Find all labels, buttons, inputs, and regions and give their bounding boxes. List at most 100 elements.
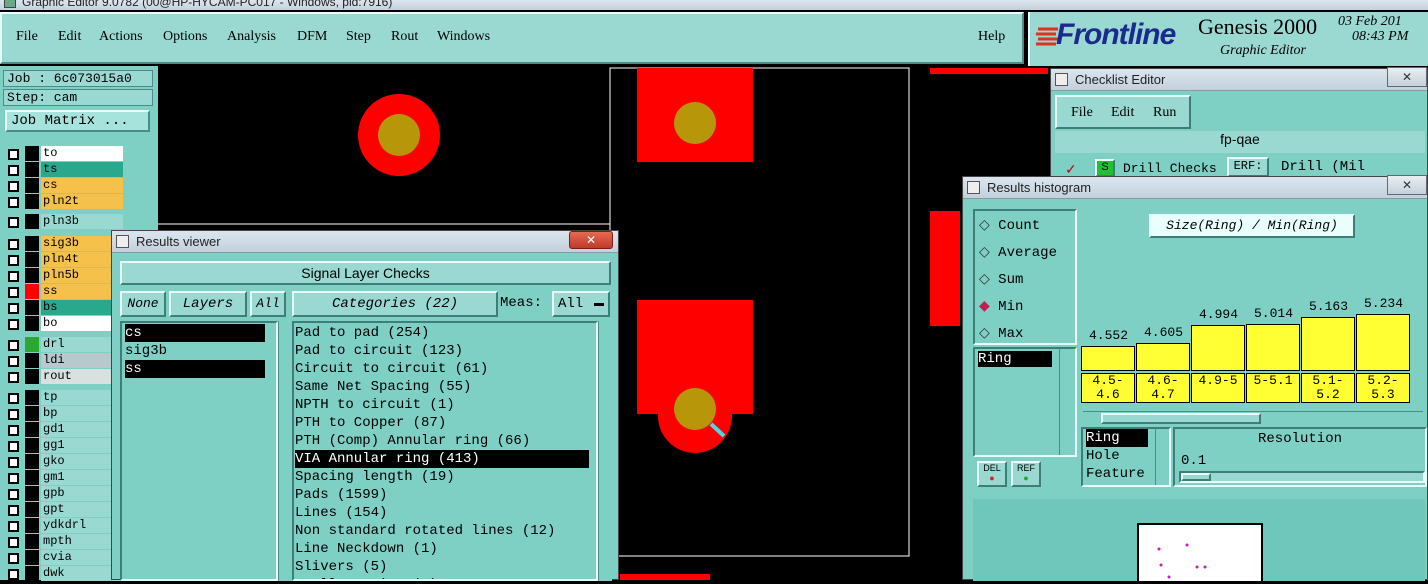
erf-button[interactable]: ERF: [1227,157,1269,177]
layer-checkbox[interactable] [8,425,19,436]
layer-checkbox[interactable] [8,181,19,192]
layer-row-gd1[interactable]: gd1 [5,422,125,438]
all-button[interactable]: All [250,291,286,317]
menu-windows[interactable]: Windows [437,29,490,45]
menu-step[interactable]: Step [346,29,371,45]
layer-row-sig3b[interactable]: sig3b [5,236,125,252]
del-button[interactable]: DEL ● [977,461,1007,487]
layer-row-bs[interactable]: bs [5,300,125,316]
checklist-menu-edit[interactable]: Edit [1111,105,1134,121]
layer-color-swatch[interactable] [25,316,39,331]
close-icon[interactable]: ✕ [1387,175,1427,195]
layer-row-tp[interactable]: tp [5,390,125,406]
layer-row-pln5b[interactable]: pln5b [5,268,125,284]
layer-checkbox[interactable] [8,356,19,367]
layer-color-swatch[interactable] [25,146,39,161]
layer-row-bo[interactable]: bo [5,316,125,332]
ref-button[interactable]: REF ● [1011,461,1041,487]
layer-color-swatch[interactable] [25,369,39,384]
category-item[interactable]: VIA Annular ring (413) [295,450,589,468]
layer-color-swatch[interactable] [25,454,39,469]
scroll-thumb[interactable] [1101,413,1261,424]
layer-color-swatch[interactable] [25,566,39,581]
slider-thumb[interactable] [1181,473,1211,481]
category-item[interactable]: Circuit to circuit (61) [295,360,596,378]
category-item[interactable]: PTH (Comp) Annular ring (66) [295,432,596,450]
layer-checkbox[interactable] [8,319,19,330]
layer-row-gpt[interactable]: gpt [5,502,125,518]
layer-color-swatch[interactable] [25,486,39,501]
layer-row-pln3b[interactable]: pln3b [5,214,125,230]
category-item[interactable]: Non standard rotated lines (12) [295,522,596,540]
histogram-bar[interactable] [1081,346,1135,371]
mode-radio-count[interactable]: ◇ Count [979,217,1040,234]
menu-dfm[interactable]: DFM [297,29,327,45]
category-item[interactable]: Lines (154) [295,504,596,522]
mode-radio-average[interactable]: ◇ Average [979,244,1057,261]
result-layer-item[interactable]: sig3b [125,342,276,360]
category-item[interactable]: NPTH to circuit (1) [295,396,596,414]
none-button[interactable]: None [120,291,166,317]
layer-color-swatch[interactable] [25,300,39,315]
bar-range-label[interactable]: 5.2-5.3 [1356,373,1410,403]
close-icon[interactable]: ✕ [1387,67,1427,87]
layer-row-ydkdrl[interactable]: ydkdrl [5,518,125,534]
mode-radio-sum[interactable]: ◇ Sum [979,271,1023,288]
layer-row-gko[interactable]: gko [5,454,125,470]
category-item[interactable]: Pad to circuit (123) [295,342,596,360]
meas-dropdown[interactable]: All [552,291,610,317]
bar-range-label[interactable]: 4.6-4.7 [1136,373,1190,403]
attr-scrollbar[interactable] [1059,349,1073,455]
layer-color-swatch[interactable] [25,406,39,421]
layer-checkbox[interactable] [8,505,19,516]
bar-range-label[interactable]: 5.1-5.2 [1301,373,1355,403]
result-layer-item[interactable]: cs [125,324,265,342]
layer-row-drl[interactable]: drl [5,337,125,353]
layer-checkbox[interactable] [8,473,19,484]
category-item[interactable]: PTH to Copper (87) [295,414,596,432]
layer-color-swatch[interactable] [25,194,39,209]
category-item[interactable]: Pad to pad (254) [295,324,596,342]
layers-button[interactable]: Layers [169,291,247,317]
layer-color-swatch[interactable] [25,268,39,283]
layer-color-swatch[interactable] [25,337,39,352]
layer-checkbox[interactable] [8,217,19,228]
category-list-scrollbar[interactable] [598,321,612,581]
layer-checkbox[interactable] [8,569,19,580]
job-matrix-button[interactable]: Job Matrix ... [5,110,150,132]
layer-color-swatch[interactable] [25,162,39,177]
layer-checkbox[interactable] [8,239,19,250]
layer-row-ldi[interactable]: ldi [5,353,125,369]
layer-name[interactable]: pln3b [41,214,123,229]
layer-color-swatch[interactable] [25,534,39,549]
category-item[interactable]: Same Net Spacing (55) [295,378,596,396]
layer-row-to[interactable]: to [5,146,125,162]
categories-button[interactable]: Categories (22) [292,291,498,317]
bar-range-label[interactable]: 4.5-4.6 [1081,373,1135,403]
layer-color-swatch[interactable] [25,353,39,368]
attribute-current-list[interactable]: Ring [973,347,1077,457]
layer-row-cvia[interactable]: cvia [5,550,125,566]
layer-color-swatch[interactable] [25,214,39,229]
histogram-bar[interactable] [1301,317,1355,371]
layer-checkbox[interactable] [8,489,19,500]
layer-color-swatch[interactable] [25,252,39,267]
layer-color-swatch[interactable] [25,284,39,299]
layer-row-cs[interactable]: cs [5,178,125,194]
layer-row-pln4t[interactable]: pln4t [5,252,125,268]
category-item[interactable]: Pads (1599) [295,486,596,504]
layer-color-swatch[interactable] [25,518,39,533]
mode-radio-min[interactable]: ◆ Min [979,298,1023,315]
layer-row-pln2t[interactable]: pln2t [5,194,125,210]
layer-row-mpth[interactable]: mpth [5,534,125,550]
layer-checkbox[interactable] [8,165,19,176]
category-item[interactable]: Spacing length (19) [295,468,596,486]
layer-checkbox[interactable] [8,303,19,314]
layer-color-swatch[interactable] [25,502,39,517]
layer-color-swatch[interactable] [25,236,39,251]
layer-row-rout[interactable]: rout [5,369,125,385]
attribute-scrollbar[interactable] [1155,429,1169,485]
mode-radio-max[interactable]: ◇ Max [979,325,1023,342]
layer-row-gm1[interactable]: gm1 [5,470,125,486]
layer-list-scrollbar[interactable] [278,321,292,581]
